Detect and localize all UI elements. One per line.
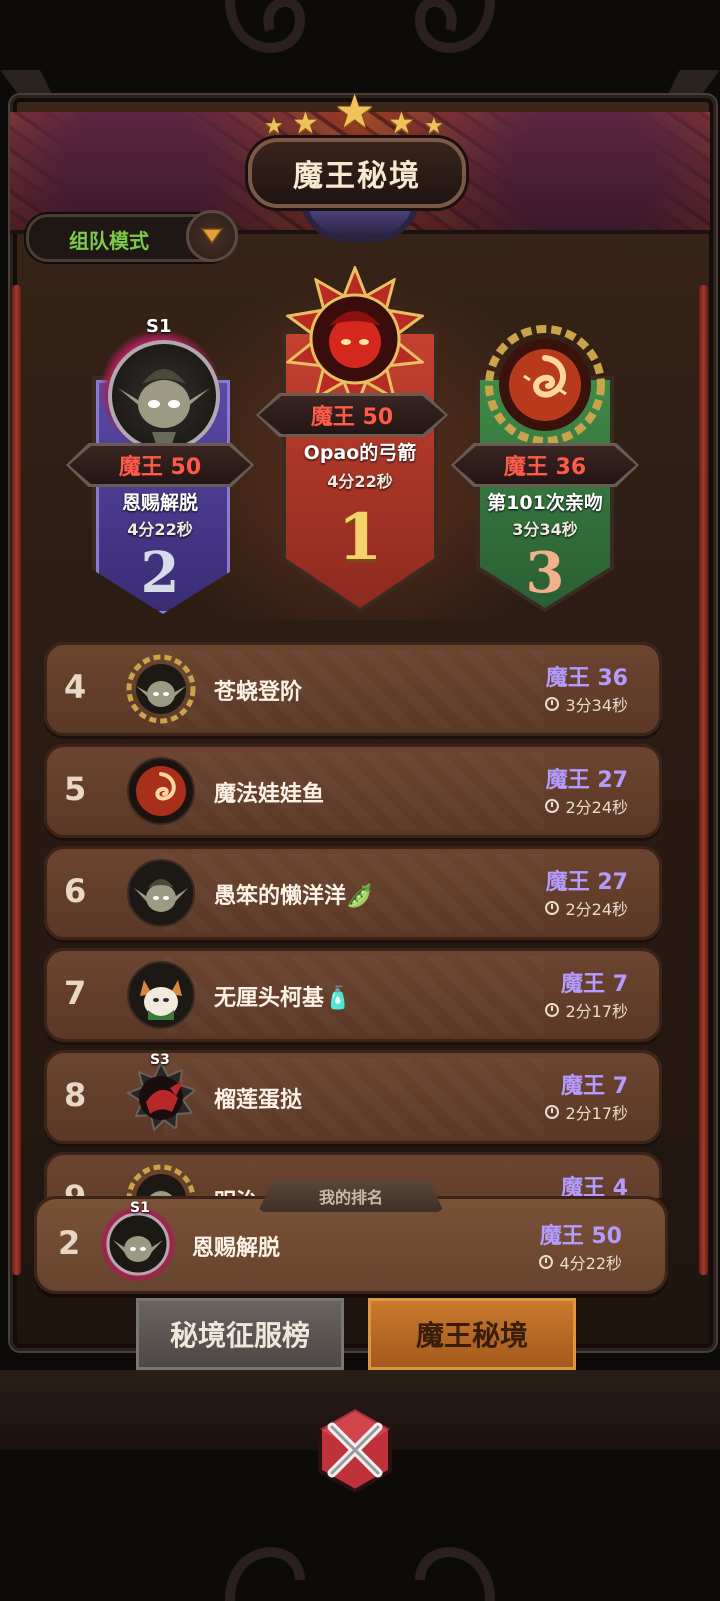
my-rank-time: 4分22秒: [539, 1250, 622, 1274]
mode-label: 组队模式: [69, 229, 149, 253]
mode-dropdown-button[interactable]: [186, 210, 238, 262]
ranking-row[interactable]: 5 魔法娃娃鱼 魔王 27 2分24秒: [44, 744, 662, 838]
podium-1-level: 魔王 50: [259, 396, 445, 434]
row-time-text: 2分17秒: [565, 1104, 628, 1123]
row-rank: 6: [64, 872, 87, 910]
row-time-text: 3分34秒: [565, 696, 628, 715]
podium-3-level: 魔王 36: [454, 446, 636, 484]
podium-2-time: 4分22秒: [127, 520, 193, 539]
row-name: 愚笨的懒洋洋🫛: [214, 878, 373, 910]
fire-swirl-avatar-icon: [127, 757, 195, 825]
star-icon: ★: [292, 106, 319, 141]
fox-avatar-icon: [127, 961, 195, 1029]
row-rank: 7: [64, 974, 87, 1012]
elf-avatar-chain-frame-icon: [126, 654, 196, 724]
clock-icon: [545, 799, 560, 813]
podium-2-avatar: [108, 340, 220, 452]
star-icon: ★: [264, 114, 284, 139]
chevron-down-icon: [201, 228, 223, 244]
tab-conquest-leaderboard[interactable]: 秘境征服榜: [136, 1298, 344, 1370]
podium-2-season-badge: S1: [146, 316, 172, 337]
ranking-row[interactable]: 8 S3 榴莲蛋挞 魔王 7 2分17秒: [44, 1050, 662, 1144]
ranking-row[interactable]: 7 无厘头柯基🧴 魔王 7 2分17秒: [44, 948, 662, 1042]
row-level: 魔王 27: [545, 768, 628, 793]
elf-avatar-icon: [118, 369, 210, 444]
tab-demon-realm[interactable]: 魔王秘境: [368, 1298, 576, 1370]
row-level: 魔王 4: [561, 1176, 628, 1198]
my-rank-season-badge: S1: [130, 1200, 150, 1216]
star-icon: ★: [334, 84, 376, 138]
row-season-badge: S3: [150, 1052, 170, 1068]
red-dragon-avatar-icon: [126, 1062, 196, 1132]
row-rank: 4: [64, 668, 87, 706]
podium-2-level: 魔王 50: [69, 446, 251, 484]
row-time-text: 2分24秒: [565, 798, 628, 817]
ranking-row[interactable]: 4 苍蛲登阶 魔王 36 3分34秒: [44, 642, 662, 736]
clock-icon: [545, 1105, 560, 1119]
row-name: 榴莲蛋挞: [214, 1088, 303, 1113]
row-name: 苍蛲登阶: [214, 680, 303, 705]
row-name: 无厘头柯基🧴: [214, 980, 351, 1012]
pea-pod-icon: 🫛: [346, 884, 374, 909]
elf-avatar-chain-frame-icon: [126, 1164, 196, 1198]
row-rank: 8: [64, 1076, 87, 1114]
podium-3-time: 3分34秒: [512, 520, 578, 539]
row-level: 魔王 27: [545, 870, 628, 895]
row-time: 2分17秒: [545, 998, 628, 1022]
my-rank-tag: 我的排名: [258, 1180, 444, 1212]
row-name-text: 无厘头柯基: [214, 986, 325, 1011]
row-rank: 5: [64, 770, 87, 808]
podium-2-name: 恩赐解脱: [121, 492, 198, 514]
row-rank: 9: [64, 1178, 87, 1198]
demon-lord-avatar-icon: [284, 266, 426, 412]
elf-avatar-icon: [106, 1212, 170, 1276]
left-frame-bar: [12, 285, 21, 1275]
podium-1-time: 4分22秒: [327, 472, 393, 491]
podium-1-avatar: [282, 266, 428, 412]
row-level: 魔王 36: [545, 666, 628, 691]
podium-3-name: 第101次亲吻: [487, 492, 603, 514]
row-level: 魔王 7: [561, 1074, 628, 1099]
clock-icon: [539, 1255, 554, 1269]
my-rank-number: 2: [58, 1224, 81, 1262]
podium-3-rank: 3: [525, 540, 565, 606]
my-rank-name: 恩赐解脱: [192, 1236, 281, 1261]
clock-icon: [545, 1003, 560, 1017]
close-icon[interactable]: [310, 1405, 400, 1495]
row-time: 2分24秒: [545, 794, 628, 818]
row-time-text: 2分17秒: [565, 1002, 628, 1021]
page-title: 魔王秘境: [248, 138, 466, 208]
podium-3-avatar: [484, 324, 606, 446]
podium-1-name: Opao的弓箭: [303, 442, 417, 464]
elf-avatar-icon: [127, 859, 195, 927]
star-icon: ★: [424, 114, 444, 139]
podium-1-rank: 1: [337, 500, 383, 575]
row-time: 3分34秒: [545, 692, 628, 716]
row-name: 魔法娃娃鱼: [214, 782, 325, 807]
row-time-text: 2分24秒: [565, 900, 628, 919]
star-icon: ★: [388, 106, 415, 141]
lotion-bottle-icon: 🧴: [324, 986, 352, 1011]
my-rank-level: 魔王 50: [539, 1224, 622, 1249]
row-name-text: 愚笨的懒洋洋: [214, 884, 347, 909]
podium-2-rank: 2: [140, 540, 180, 606]
ranking-row[interactable]: 6 愚笨的懒洋洋🫛 魔王 27 2分24秒: [44, 846, 662, 940]
row-time: 2分17秒: [545, 1100, 628, 1124]
clock-icon: [545, 901, 560, 915]
my-rank-time-text: 4分22秒: [559, 1254, 622, 1273]
star-rating: ★ ★ ★ ★ ★: [260, 84, 460, 144]
right-frame-bar: [699, 285, 708, 1275]
row-level: 魔王 7: [561, 972, 628, 997]
fire-swirl-avatar-icon: [485, 325, 605, 445]
row-time: 2分24秒: [545, 896, 628, 920]
clock-icon: [545, 697, 560, 711]
